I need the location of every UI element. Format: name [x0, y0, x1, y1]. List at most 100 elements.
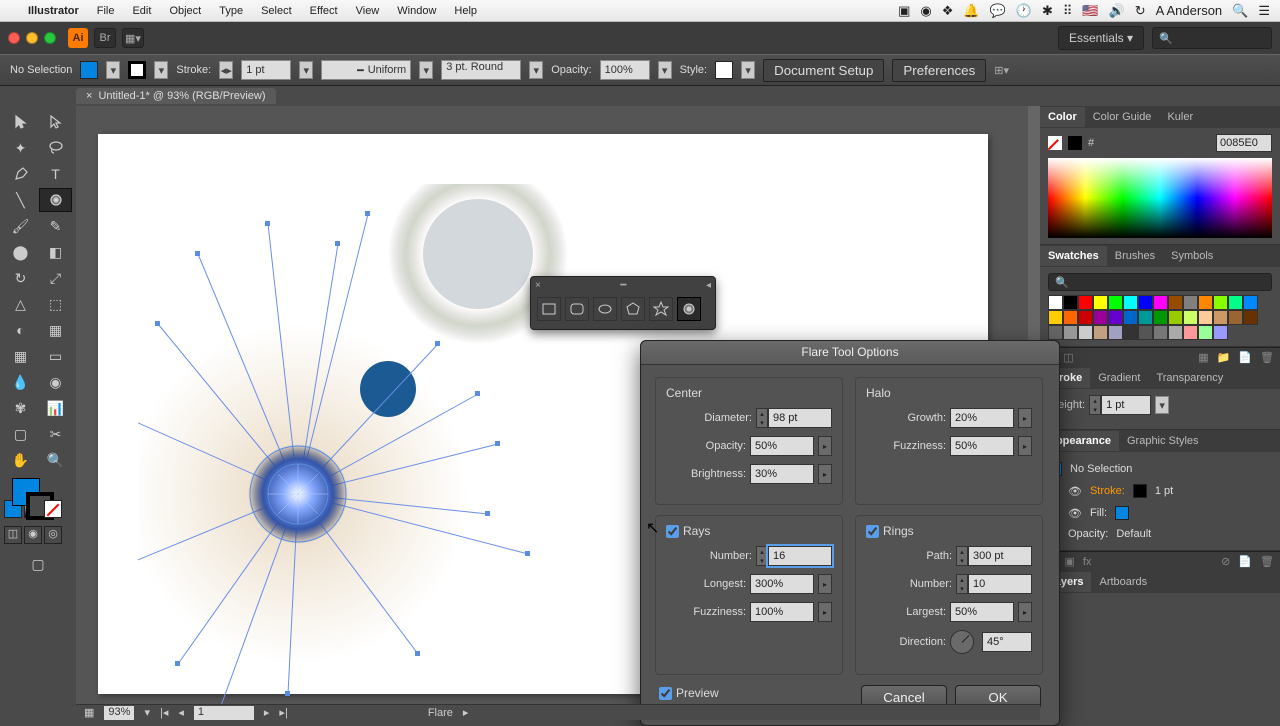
- user-name[interactable]: A Anderson: [1156, 3, 1223, 18]
- new-color-group-icon[interactable]: 📁: [1217, 351, 1231, 364]
- swatch[interactable]: [1123, 295, 1138, 310]
- stroke-swatch[interactable]: [128, 61, 146, 79]
- gradient-tool[interactable]: ▭: [39, 344, 72, 368]
- menu-effect[interactable]: Effect: [310, 5, 338, 17]
- artboard-number-field[interactable]: 1: [194, 706, 254, 720]
- line-tool[interactable]: ╲: [4, 188, 37, 212]
- opacity-menu[interactable]: ▾: [658, 61, 672, 79]
- longest-slider-button[interactable]: ▸: [818, 574, 832, 594]
- rays-fuzziness-slider-button[interactable]: ▸: [818, 602, 832, 622]
- input-menu-icon[interactable]: 🇺🇸: [1082, 3, 1098, 19]
- bridge-button[interactable]: Br: [94, 28, 116, 48]
- swatch[interactable]: [1183, 295, 1198, 310]
- close-window-button[interactable]: [8, 32, 20, 44]
- screen-recording-icon[interactable]: ▣: [898, 3, 910, 19]
- add-fill-icon[interactable]: ▣: [1064, 555, 1074, 568]
- swatches-search[interactable]: 🔍: [1048, 273, 1272, 291]
- perspective-tool[interactable]: ▦: [39, 318, 72, 342]
- swatch[interactable]: [1168, 325, 1183, 340]
- type-tool[interactable]: T: [39, 162, 72, 186]
- swatch[interactable]: [1183, 310, 1198, 325]
- brush-menu[interactable]: ▾: [529, 61, 543, 79]
- free-transform-tool[interactable]: ⬚: [39, 292, 72, 316]
- tab-artboards[interactable]: Artboards: [1091, 572, 1155, 592]
- ellipse-shape-button[interactable]: [593, 297, 617, 321]
- halo-fuzziness-input[interactable]: [950, 436, 1014, 456]
- swatch[interactable]: [1093, 310, 1108, 325]
- scale-tool[interactable]: ⤢: [39, 266, 72, 290]
- path-input[interactable]: [968, 546, 1032, 566]
- halo-fuzziness-slider-button[interactable]: ▸: [1018, 436, 1032, 456]
- tab-gradient[interactable]: Gradient: [1090, 368, 1148, 388]
- swatch[interactable]: [1123, 325, 1138, 340]
- swatch[interactable]: [1168, 310, 1183, 325]
- pencil-tool[interactable]: ✎: [39, 214, 72, 238]
- rays-checkbox[interactable]: [666, 525, 679, 538]
- swatch[interactable]: [1063, 295, 1078, 310]
- stroke-profile-menu[interactable]: ▾: [419, 61, 433, 79]
- delete-swatch-icon[interactable]: 🗑: [1260, 351, 1274, 364]
- swatch[interactable]: [1153, 295, 1168, 310]
- zoom-window-button[interactable]: [44, 32, 56, 44]
- minimize-window-button[interactable]: [26, 32, 38, 44]
- rings-checkbox[interactable]: [866, 525, 879, 538]
- delete-item-icon[interactable]: 🗑: [1260, 555, 1274, 568]
- options-icon[interactable]: ⠿: [1063, 3, 1073, 19]
- eyedropper-tool[interactable]: 💧: [4, 370, 37, 394]
- search-input[interactable]: 🔍: [1152, 27, 1272, 49]
- swatch[interactable]: [1048, 325, 1063, 340]
- menu-extras-icon[interactable]: ☰: [1258, 3, 1270, 19]
- rounded-rectangle-shape-button[interactable]: [565, 297, 589, 321]
- growth-slider-button[interactable]: ▸: [1018, 408, 1032, 428]
- style-swatch[interactable]: [715, 61, 733, 79]
- tab-brushes[interactable]: Brushes: [1107, 246, 1163, 266]
- blend-tool[interactable]: ◉: [39, 370, 72, 394]
- screen-mode-tool[interactable]: ▢: [4, 552, 72, 576]
- symbol-sprayer-tool[interactable]: ✾: [4, 396, 37, 420]
- swatch[interactable]: [1198, 295, 1213, 310]
- lasso-tool[interactable]: [39, 136, 72, 160]
- preferences-button[interactable]: Preferences: [892, 59, 986, 82]
- swatch[interactable]: [1168, 295, 1183, 310]
- hand-tool[interactable]: ✋: [4, 448, 37, 472]
- fill-menu[interactable]: ▾: [106, 61, 120, 79]
- slice-tool[interactable]: ✂: [39, 422, 72, 446]
- document-setup-button[interactable]: Document Setup: [763, 59, 884, 82]
- diameter-input[interactable]: [768, 408, 832, 428]
- growth-input[interactable]: [950, 408, 1014, 428]
- center-opacity-input[interactable]: [750, 436, 814, 456]
- swatch-kinds-icon[interactable]: ◫: [1063, 351, 1073, 364]
- stroke-weight-stepper[interactable]: ▴▾: [1089, 395, 1151, 415]
- swatch[interactable]: [1198, 310, 1213, 325]
- swatch[interactable]: [1213, 325, 1228, 340]
- document-tab[interactable]: ×Untitled-1* @ 93% (RGB/Preview): [76, 88, 276, 104]
- align-to-icon[interactable]: ⊞▾: [994, 64, 1009, 77]
- color-stroke-swatch[interactable]: [1068, 136, 1082, 150]
- blob-brush-tool[interactable]: ⬤: [4, 240, 37, 264]
- swatch[interactable]: [1078, 310, 1093, 325]
- stroke-weight-panel-menu[interactable]: ▾: [1155, 396, 1169, 414]
- visibility-icon[interactable]: 👁: [1068, 485, 1082, 498]
- next-artboard-icon[interactable]: ▸: [264, 706, 270, 719]
- diameter-stepper[interactable]: ▴▾: [756, 408, 832, 428]
- menu-type[interactable]: Type: [219, 5, 243, 17]
- rays-fuzziness-input[interactable]: [750, 602, 814, 622]
- flare-shape-button[interactable]: [677, 297, 701, 321]
- direction-input[interactable]: [982, 632, 1032, 652]
- settings-star-icon[interactable]: ✱: [1042, 3, 1053, 19]
- rays-number-stepper[interactable]: ▴▾: [756, 546, 832, 566]
- swatch[interactable]: [1048, 310, 1063, 325]
- sync-icon[interactable]: ◉: [920, 3, 931, 19]
- visibility-icon-2[interactable]: 👁: [1068, 507, 1082, 520]
- brush-select[interactable]: 3 pt. Round: [441, 60, 521, 80]
- center-opacity-slider-button[interactable]: ▸: [818, 436, 832, 456]
- longest-input[interactable]: [750, 574, 814, 594]
- rings-number-input[interactable]: [968, 574, 1032, 594]
- arrange-documents-button[interactable]: ▦▾: [122, 28, 144, 48]
- direction-dial[interactable]: [950, 630, 974, 654]
- notifications-icon[interactable]: 🔔: [963, 3, 979, 19]
- graph-tool[interactable]: 📊: [39, 396, 72, 420]
- brightness-input[interactable]: [750, 464, 814, 484]
- swatch[interactable]: [1213, 295, 1228, 310]
- prev-artboard-icon[interactable]: ◂: [178, 706, 184, 719]
